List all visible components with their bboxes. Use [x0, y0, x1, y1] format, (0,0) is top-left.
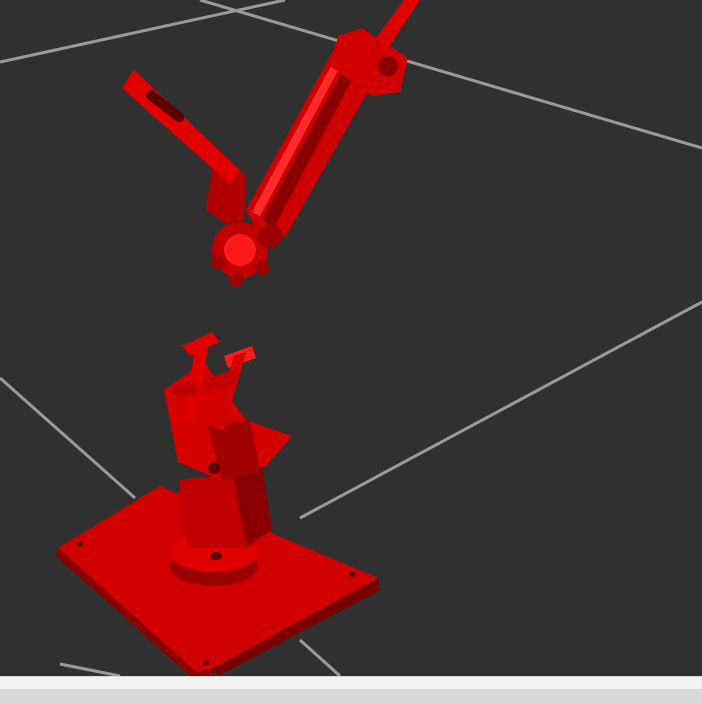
- turntable-hole: [210, 552, 222, 560]
- viewport-status-strip: [0, 676, 702, 703]
- arm-gear-tooth: [255, 261, 269, 275]
- clamp-hole: [378, 56, 398, 76]
- mount-hole: [349, 571, 355, 577]
- shoulder-screw: [208, 462, 220, 474]
- mount-hole: [203, 659, 209, 665]
- mount-hole: [77, 541, 83, 547]
- arm-gear-tooth: [211, 255, 225, 269]
- 3d-render-viewport[interactable]: [0, 0, 702, 676]
- status-strip-inner: [0, 689, 702, 703]
- scene-canvas[interactable]: [0, 0, 702, 676]
- arm-gear-hub: [224, 234, 256, 266]
- arm-gear-tooth: [229, 273, 243, 287]
- arm-joint: [258, 224, 282, 248]
